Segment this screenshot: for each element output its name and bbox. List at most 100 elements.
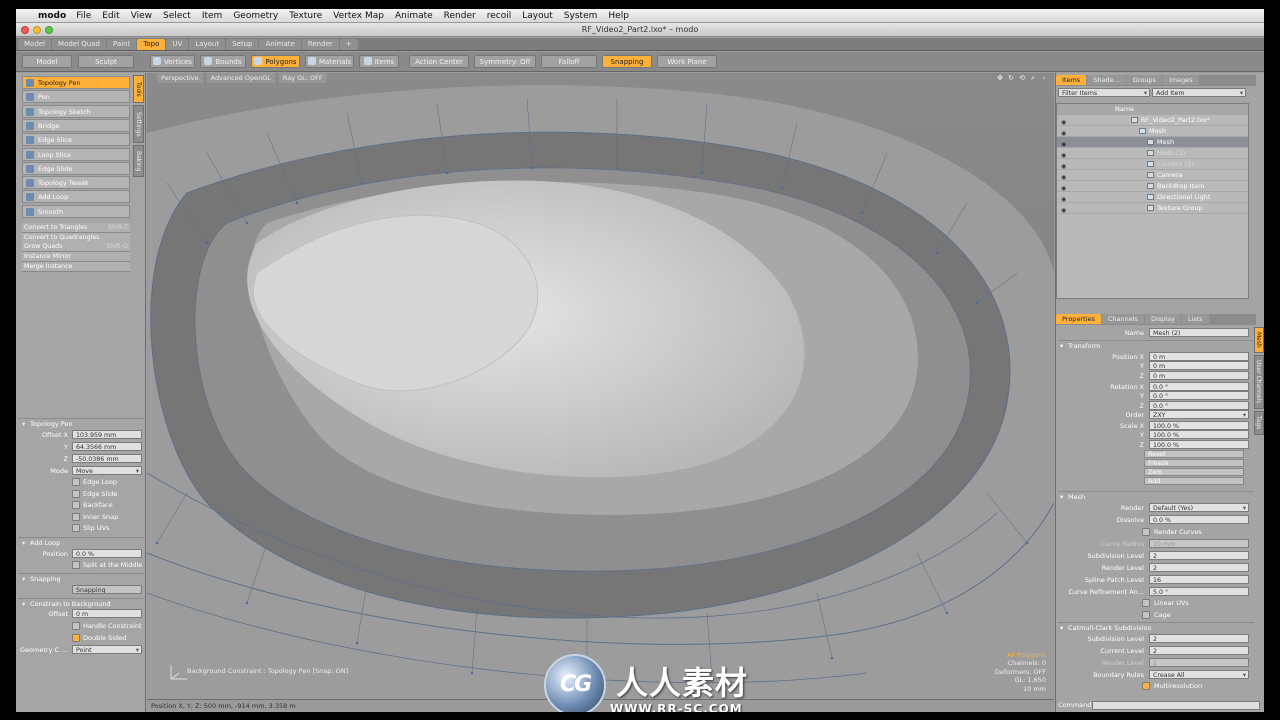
- rotate-icon[interactable]: ↻: [1007, 74, 1015, 82]
- menu-edit[interactable]: Edit: [102, 11, 119, 21]
- menu-system[interactable]: System: [564, 11, 598, 21]
- tab-layout-setup[interactable]: Setup: [226, 39, 259, 50]
- polygons-button[interactable]: Polygons: [251, 55, 300, 68]
- geometry-constraint-dropdown[interactable]: Point: [72, 645, 142, 654]
- item-row[interactable]: ◉ Texture Group: [1057, 203, 1248, 214]
- item-row[interactable]: ◉ Backdrop Item: [1057, 181, 1248, 192]
- tool-edge-slice[interactable]: Edge Slice: [22, 133, 130, 147]
- snapping-button[interactable]: Snapping: [602, 55, 652, 68]
- spline-patch-field[interactable]: 16: [1149, 575, 1249, 584]
- falloff-dropdown[interactable]: Falloff: [541, 55, 597, 68]
- transform-section[interactable]: Transform: [1058, 340, 1254, 351]
- tab-layout-uv[interactable]: UV: [166, 39, 189, 50]
- tab-tools[interactable]: Tools: [133, 75, 144, 103]
- dissolve-field[interactable]: 0.0 %: [1149, 515, 1249, 524]
- menu-texture[interactable]: Texture: [289, 11, 322, 21]
- tab-layout-add[interactable]: +: [339, 39, 358, 50]
- work-plane-dropdown[interactable]: Work Plane: [657, 55, 717, 68]
- topology-pen-section[interactable]: Topology Pen: [18, 418, 144, 429]
- handle-constraint-checkbox[interactable]: [72, 622, 80, 630]
- shading-menu[interactable]: Advanced OpenGL: [206, 73, 275, 83]
- item-row[interactable]: ◉ Camera (2): [1057, 159, 1248, 170]
- tab-layout-paint[interactable]: Paint: [106, 39, 137, 50]
- model-button[interactable]: Model: [22, 55, 72, 68]
- menu-select[interactable]: Select: [163, 11, 191, 21]
- action-center-dropdown[interactable]: Action Center: [409, 55, 469, 68]
- command-convert-to-triangles[interactable]: Convert to Triangles Shift-T: [22, 223, 130, 233]
- tab-layout-animate[interactable]: Animate: [259, 39, 301, 50]
- add-item-dropdown[interactable]: Add Item: [1152, 88, 1246, 97]
- command-merge-instance[interactable]: Merge Instance: [22, 262, 130, 272]
- cc-subdivision-field[interactable]: 2: [1149, 634, 1249, 643]
- tab-mesh[interactable]: Mesh: [1254, 327, 1264, 353]
- item-row[interactable]: ◉ Camera: [1057, 170, 1248, 181]
- pan-icon[interactable]: ✥: [996, 74, 1004, 82]
- render-curves-checkbox[interactable]: [1142, 528, 1150, 536]
- offset-x-field[interactable]: 103.959 mm: [72, 430, 142, 439]
- tab-display[interactable]: Display: [1144, 314, 1181, 324]
- constrain-section[interactable]: Constrain to Background: [18, 598, 144, 609]
- close-icon[interactable]: [21, 26, 29, 34]
- menu-layout[interactable]: Layout: [522, 11, 553, 21]
- item-row[interactable]: ◉ Mesh: [1057, 126, 1248, 137]
- add-button[interactable]: Add: [1144, 477, 1244, 485]
- order-dropdown[interactable]: ZXY: [1149, 410, 1249, 419]
- command-convert-to-quadrangles[interactable]: Convert to Quadrangles: [22, 232, 130, 243]
- menu-geometry[interactable]: Geometry: [233, 11, 278, 21]
- split-middle-checkbox[interactable]: [72, 561, 80, 569]
- tool-topology-pen[interactable]: Topology Pen: [22, 76, 130, 89]
- mode-dropdown[interactable]: Move: [72, 466, 142, 475]
- reset-view-icon[interactable]: ⟲: [1018, 74, 1026, 82]
- snapping-toggle[interactable]: Snapping: [72, 585, 142, 594]
- tool-loop-slice[interactable]: Loop Slice: [22, 147, 130, 161]
- reset-button[interactable]: Reset: [1144, 450, 1244, 458]
- edge-loop-checkbox[interactable]: [72, 478, 80, 486]
- cage-checkbox[interactable]: [1142, 611, 1150, 619]
- tool-bridge[interactable]: Bridge: [22, 118, 130, 132]
- tab-groups[interactable]: Groups: [1126, 75, 1162, 85]
- tab-items[interactable]: Items: [1056, 75, 1087, 85]
- tab-baking[interactable]: Baking: [133, 145, 144, 177]
- 3d-viewport[interactable]: Perspective Advanced OpenGL Ray GL: OFF …: [147, 73, 1054, 699]
- freeze-button[interactable]: Freeze: [1144, 459, 1244, 467]
- tab-tags[interactable]: Tags: [1254, 411, 1264, 435]
- edges-button[interactable]: Bounds: [200, 55, 246, 68]
- tab-images[interactable]: Images: [1162, 75, 1199, 85]
- tab-layout-render[interactable]: Render: [301, 39, 339, 50]
- transform-field[interactable]: 0 m: [1149, 370, 1249, 380]
- tab-settings[interactable]: Settings: [133, 105, 144, 143]
- transform-field[interactable]: 0.0 °: [1149, 391, 1249, 401]
- cc-current-field[interactable]: 2: [1149, 646, 1249, 655]
- item-name-field[interactable]: Mesh (2): [1149, 328, 1249, 337]
- tool-edge-slide[interactable]: Edge Slide: [22, 161, 130, 175]
- tab-layout-layout[interactable]: Layout: [189, 39, 226, 50]
- tool-topology-tweak[interactable]: Topology Tweak: [22, 176, 130, 190]
- minimize-icon[interactable]: [33, 26, 41, 34]
- constrain-offset-field[interactable]: 0 m: [72, 609, 142, 618]
- filter-items-dropdown[interactable]: Filter Items: [1058, 88, 1150, 97]
- tab-properties[interactable]: Properties: [1056, 314, 1101, 324]
- items-button[interactable]: Items: [359, 55, 399, 68]
- multiresolution-checkbox[interactable]: [1142, 682, 1150, 690]
- tab-layout-topo[interactable]: Topo: [137, 39, 166, 50]
- command-input[interactable]: [1092, 701, 1260, 710]
- command-grow-quads[interactable]: Grow Quads Shift-Q: [22, 242, 130, 252]
- tool-smooth[interactable]: Smooth: [22, 204, 130, 218]
- offset-y-field[interactable]: 64.3566 mm: [72, 442, 142, 451]
- mesh-section[interactable]: Mesh: [1058, 491, 1254, 502]
- menu-render[interactable]: Render: [444, 11, 476, 21]
- tool-pen[interactable]: Pen: [22, 90, 130, 104]
- slip-uvs-checkbox[interactable]: [72, 524, 80, 532]
- sculpt-button[interactable]: Sculpt: [78, 55, 134, 68]
- item-row[interactable]: ◉ Mesh (2): [1057, 148, 1248, 159]
- snapping-section[interactable]: Snapping: [18, 573, 144, 584]
- render-dropdown[interactable]: Default (Yes): [1149, 503, 1249, 512]
- offset-z-field[interactable]: -50.0386 mm: [72, 454, 142, 463]
- transform-field[interactable]: 0 m: [1149, 352, 1249, 361]
- transform-field[interactable]: 0.0 °: [1149, 382, 1249, 391]
- tab-shader[interactable]: Shade...: [1087, 75, 1126, 85]
- mesh-render[interactable]: [147, 73, 1054, 699]
- transform-field[interactable]: 100.0 %: [1149, 439, 1249, 449]
- tab-channels[interactable]: Channels: [1101, 314, 1144, 324]
- command-instance-mirror[interactable]: Instance Mirror: [22, 252, 130, 262]
